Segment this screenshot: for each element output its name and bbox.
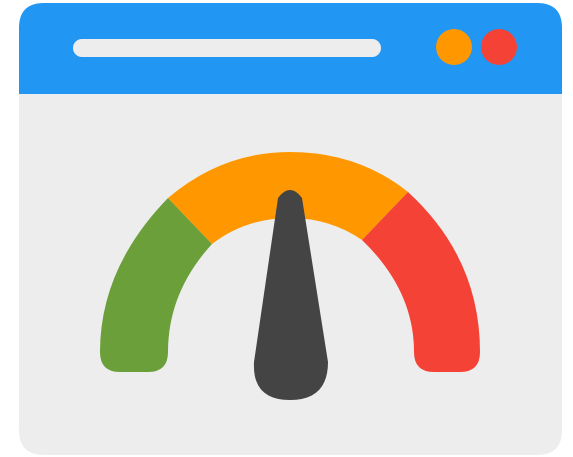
close-dot[interactable]	[481, 29, 517, 65]
minimize-dot[interactable]	[436, 29, 472, 65]
browser-speed-illustration	[0, 0, 573, 457]
illustration-svg	[19, 3, 562, 455]
address-bar[interactable]	[73, 39, 381, 57]
